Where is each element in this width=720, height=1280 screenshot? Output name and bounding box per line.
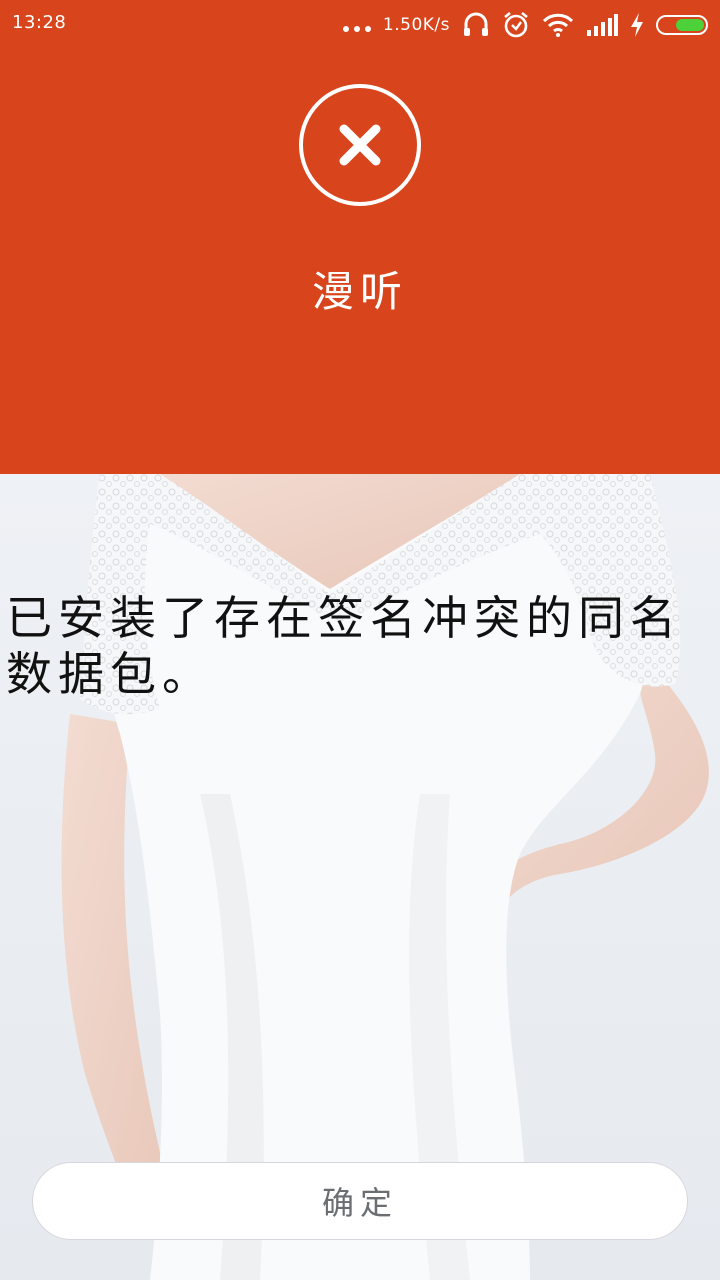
status-time: 13:28 xyxy=(12,12,67,33)
more-dots-icon xyxy=(342,26,371,32)
battery-level xyxy=(676,19,704,31)
alarm-icon xyxy=(504,11,528,38)
battery-icon xyxy=(656,15,708,35)
charging-icon xyxy=(631,13,643,37)
status-icons: 1.50K/s xyxy=(342,10,708,40)
confirm-button[interactable]: 确定 xyxy=(32,1162,688,1240)
signal-icon xyxy=(587,14,618,36)
app-name: 漫听 xyxy=(311,267,408,316)
wifi-icon xyxy=(542,13,574,37)
error-close-icon xyxy=(299,84,421,206)
network-speed: 1.50K/s xyxy=(382,15,450,35)
dialog-message: 已安装了存在签名冲突的同名数据包。 xyxy=(6,591,682,701)
header-banner: 13:28 1.50K/s 漫听 xyxy=(0,0,720,474)
status-bar: 13:28 1.50K/s xyxy=(0,0,720,50)
headset-icon xyxy=(464,12,488,36)
